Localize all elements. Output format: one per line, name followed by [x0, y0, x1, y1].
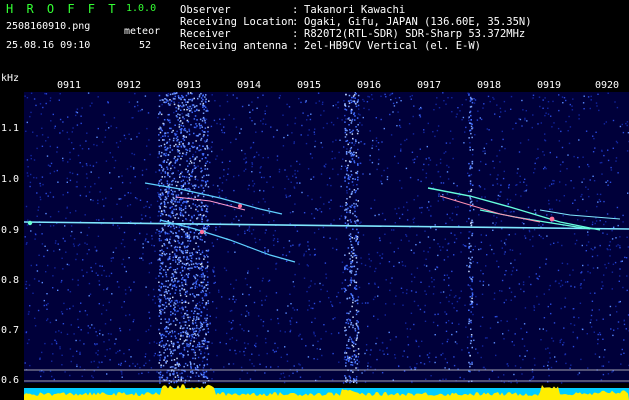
hrofft-window: H R O F F T 1.0.0 2508160910.png 25.08.1… — [0, 0, 629, 400]
noise-floor — [24, 92, 629, 384]
spectrogram-plot — [23, 92, 629, 400]
